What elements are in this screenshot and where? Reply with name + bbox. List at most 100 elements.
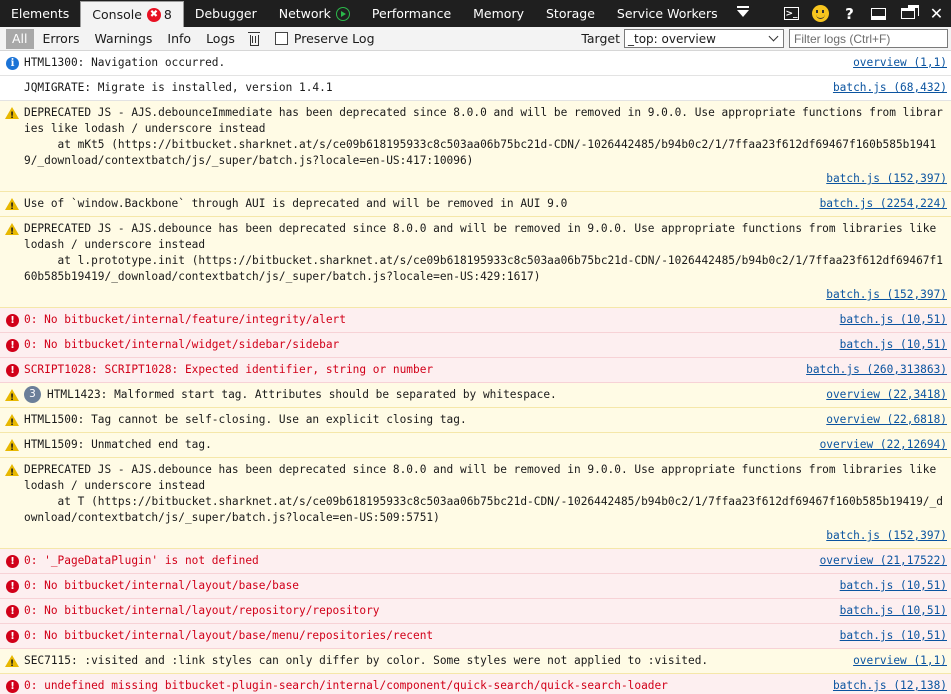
source-link[interactable]: batch.js (152,397) [24, 171, 947, 187]
dock-icon [871, 7, 886, 20]
error-icon [6, 314, 19, 327]
feedback-button[interactable] [806, 0, 835, 27]
tab-network[interactable]: Network [268, 0, 361, 27]
console-message-warn: Use of `window.Backbone` through AUI is … [0, 192, 951, 217]
chevron-down-icon [768, 31, 779, 42]
source-link[interactable]: batch.js (10,51) [840, 337, 947, 353]
source-link[interactable]: batch.js (10,51) [840, 578, 947, 594]
error-icon [6, 364, 19, 377]
message-body: 0: No bitbucket/internal/layout/reposito… [24, 604, 380, 617]
message-text: HTML1500: Tag cannot be self-closing. Us… [24, 412, 945, 428]
error-icon [6, 555, 19, 568]
error-icon: ✖ [146, 7, 161, 22]
source-link[interactable]: batch.js (12,138) [833, 678, 947, 694]
tab-overflow-button[interactable] [729, 0, 757, 27]
target-value: _top: overview [628, 31, 716, 46]
console-message-info: HTML1300: Navigation occurred. overview (… [0, 51, 951, 76]
undock-button[interactable] [893, 0, 922, 27]
source-link[interactable]: overview (22,3418) [826, 387, 947, 403]
target-select[interactable]: _top: overview [624, 29, 784, 48]
clear-console-button[interactable] [243, 29, 267, 49]
message-text: HTML1509: Unmatched end tag. [24, 437, 945, 453]
tab-service-workers[interactable]: Service Workers [606, 0, 729, 27]
source-link[interactable]: overview (1,1) [853, 55, 947, 71]
console-message-error: 0: No bitbucket/internal/widget/sidebar/… [0, 333, 951, 358]
console-drawer-button[interactable]: >_ [777, 0, 806, 27]
console-message-error: 0: undefined missing bitbucket-plugin-se… [0, 674, 951, 694]
tab-console[interactable]: Console ✖ 8 [80, 1, 184, 27]
filter-all[interactable]: All [6, 28, 34, 49]
tab-label: Debugger [194, 6, 257, 21]
message-body: SCRIPT1028: SCRIPT1028: Expected identif… [24, 363, 434, 376]
message-text: 0: No bitbucket/internal/layout/base/men… [24, 628, 945, 644]
error-count: 8 [163, 7, 172, 22]
source-link[interactable]: batch.js (10,51) [840, 312, 947, 328]
tab-memory[interactable]: Memory [462, 0, 535, 27]
source-link[interactable]: overview (21,17522) [820, 553, 947, 569]
tab-label: Performance [371, 6, 452, 21]
source-link[interactable]: batch.js (10,51) [840, 603, 947, 619]
source-link[interactable]: batch.js (152,397) [24, 287, 947, 303]
console-message-error: 0: No bitbucket/internal/layout/reposito… [0, 599, 951, 624]
message-body: DEPRECATED JS - AJS.debounce has been de… [24, 222, 943, 283]
message-text: SEC7115: :visited and :link styles can o… [24, 653, 945, 669]
help-button[interactable]: ? [835, 0, 864, 27]
source-link[interactable]: batch.js (68,432) [833, 80, 947, 96]
source-link[interactable]: overview (22,12694) [820, 437, 947, 453]
message-body: 0: No bitbucket/internal/layout/base/men… [24, 629, 434, 642]
warning-icon [5, 439, 19, 456]
filter-info[interactable]: Info [161, 29, 197, 49]
close-button[interactable]: ✕ [922, 0, 951, 27]
message-body: JQMIGRATE: Migrate is installed, version… [24, 81, 333, 94]
message-body: 0: No bitbucket/internal/widget/sidebar/… [24, 338, 340, 351]
console-message-error: 0: No bitbucket/internal/layout/base/bas… [0, 574, 951, 599]
message-text: 0: No bitbucket/internal/widget/sidebar/… [24, 337, 945, 353]
message-text: 0: No bitbucket/internal/feature/integri… [24, 312, 945, 328]
console-icon: >_ [784, 7, 799, 20]
tab-storage[interactable]: Storage [535, 0, 606, 27]
source-link[interactable]: batch.js (260,313863) [806, 362, 947, 378]
filter-logs-input[interactable] [789, 29, 948, 48]
console-filter-bar: All Errors Warnings Info Logs Preserve L… [0, 27, 951, 51]
trash-icon [248, 31, 261, 46]
tab-label: Memory [473, 6, 524, 21]
console-output[interactable]: HTML1300: Navigation occurred. overview (… [0, 51, 951, 694]
message-body: 0: No bitbucket/internal/layout/base/bas… [24, 579, 299, 592]
message-body: DEPRECATED JS - AJS.debounceImmediate ha… [24, 106, 943, 167]
smiley-icon [812, 5, 829, 22]
tab-label: Storage [545, 6, 595, 21]
filter-warnings[interactable]: Warnings [88, 29, 158, 49]
preserve-log-label: Preserve Log [293, 31, 375, 46]
warning-icon [5, 655, 19, 672]
tab-performance[interactable]: Performance [361, 0, 462, 27]
source-link[interactable]: overview (1,1) [853, 653, 947, 669]
message-text: 3 HTML1423: Malformed start tag. Attribut… [24, 385, 945, 403]
preserve-log-toggle[interactable]: Preserve Log [274, 31, 375, 46]
filter-errors[interactable]: Errors [37, 29, 86, 49]
preserve-log-checkbox[interactable] [274, 32, 288, 45]
close-icon: ✕ [929, 4, 944, 23]
message-body: HTML1300: Navigation occurred. [24, 56, 226, 69]
source-link[interactable]: batch.js (152,397) [24, 528, 947, 544]
tab-elements[interactable]: Elements [0, 0, 80, 27]
play-icon [335, 6, 350, 21]
source-link[interactable]: overview (22,6818) [826, 412, 947, 428]
message-text: DEPRECATED JS - AJS.debounce has been de… [24, 462, 945, 526]
console-message-error: SCRIPT1028: SCRIPT1028: Expected identif… [0, 358, 951, 383]
message-body: 0: No bitbucket/internal/feature/integri… [24, 313, 346, 326]
tab-debugger[interactable]: Debugger [184, 0, 268, 27]
message-body: 0: undefined missing bitbucket-plugin-se… [24, 679, 668, 692]
filter-logs[interactable]: Logs [200, 29, 241, 49]
message-text: DEPRECATED JS - AJS.debounce has been de… [24, 221, 945, 285]
help-icon: ? [845, 4, 854, 23]
console-message-log: JQMIGRATE: Migrate is installed, version… [0, 76, 951, 101]
console-message-warn: DEPRECATED JS - AJS.debounceImmediate ha… [0, 101, 951, 192]
message-text: HTML1300: Navigation occurred. [24, 55, 945, 71]
undock-icon [900, 5, 919, 19]
error-icon [6, 605, 19, 618]
dock-button[interactable] [864, 0, 893, 27]
source-link[interactable]: batch.js (10,51) [840, 628, 947, 644]
console-message-warn: SEC7115: :visited and :link styles can o… [0, 649, 951, 674]
console-message-error: 0: No bitbucket/internal/layout/base/men… [0, 624, 951, 649]
source-link[interactable]: batch.js (2254,224) [820, 196, 947, 212]
